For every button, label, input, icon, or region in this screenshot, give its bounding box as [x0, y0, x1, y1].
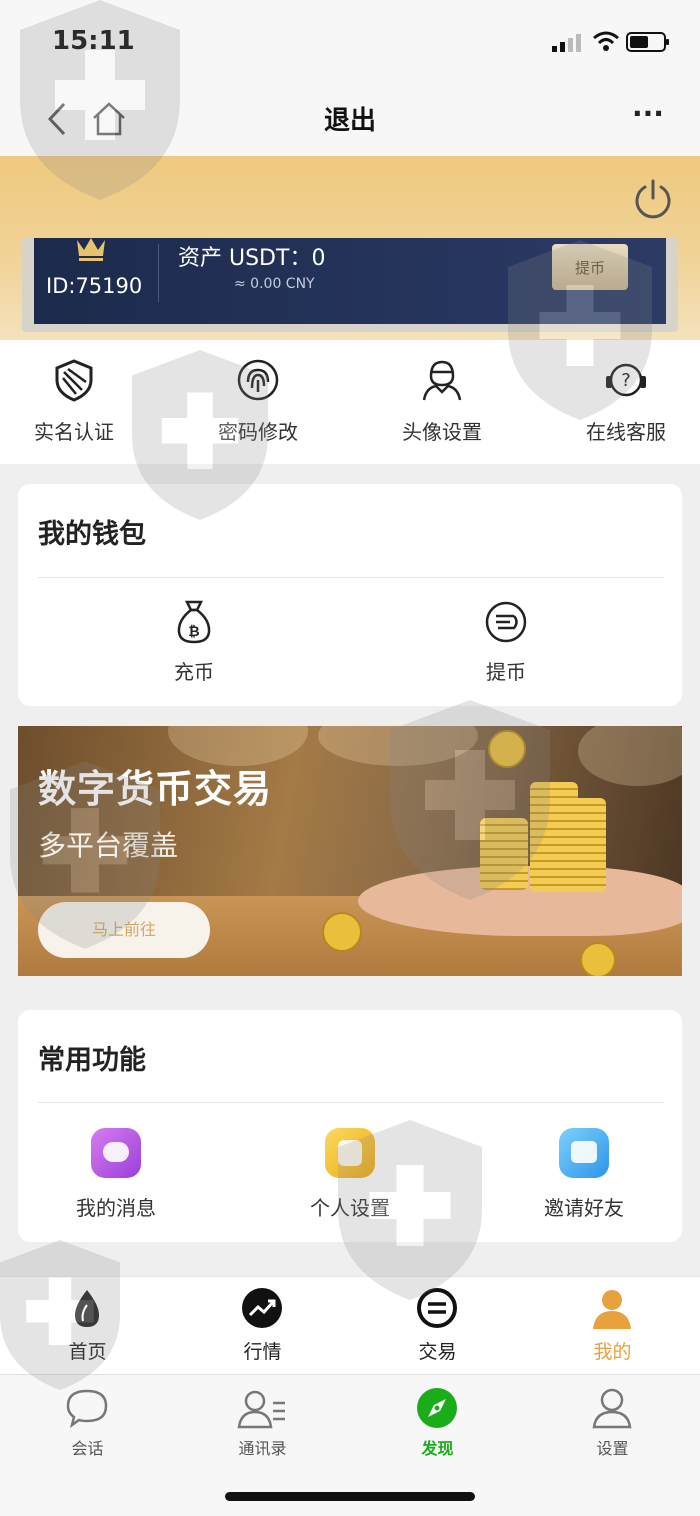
deposit-button[interactable]: ₿ 充币 — [134, 596, 254, 688]
tab-home[interactable]: 首页 — [0, 1277, 175, 1375]
headset-icon: ? — [606, 363, 646, 397]
app-tab-bar: 首页 行情 交易 我的 — [0, 1276, 700, 1375]
func-item-invite[interactable]: 邀请好友 — [504, 1124, 664, 1224]
tab-label: 通讯录 — [238, 1439, 287, 1458]
quick-label: 密码修改 — [218, 420, 298, 444]
avatar-icon — [422, 360, 462, 401]
svg-text:?: ? — [621, 370, 631, 391]
quick-label: 头像设置 — [402, 420, 482, 444]
invite-icon — [559, 1128, 609, 1178]
money-bag-icon: ₿ — [177, 600, 211, 644]
asset-cny: ≈ 0.00 CNY — [234, 276, 315, 292]
withdraw-wallet-button[interactable]: 提币 — [446, 596, 566, 688]
message-icon — [91, 1128, 141, 1178]
tab-market[interactable]: 行情 — [175, 1277, 350, 1375]
tab-label: 会话 — [71, 1439, 104, 1458]
tab-label: 设置 — [596, 1439, 629, 1458]
shield-icon — [55, 359, 93, 402]
quick-item-verify[interactable]: 实名认证 — [0, 340, 154, 464]
tab-contacts[interactable]: 通讯录 — [175, 1375, 350, 1465]
signal-icon — [552, 34, 581, 52]
quick-item-password[interactable]: 密码修改 — [178, 340, 338, 464]
deposit-label: 充币 — [174, 660, 214, 684]
go-now-button[interactable]: 马上前往 — [38, 902, 210, 958]
more-icon[interactable]: ··· — [632, 100, 666, 130]
tab-discover[interactable]: 发现 — [350, 1375, 525, 1465]
func-item-messages[interactable]: 我的消息 — [36, 1124, 196, 1224]
battery-icon — [626, 32, 669, 52]
quick-item-support[interactable]: ? 在线客服 — [546, 340, 700, 464]
divider — [38, 1102, 664, 1103]
functions-title: 常用功能 — [38, 1045, 146, 1076]
exchange-icon — [417, 1288, 457, 1328]
tab-settings[interactable]: 设置 — [525, 1375, 700, 1465]
tab-mine[interactable]: 我的 — [525, 1277, 700, 1375]
fingerprint-icon — [237, 359, 279, 401]
coin-out-icon — [485, 601, 527, 643]
func-label: 个人设置 — [310, 1196, 390, 1220]
profile-card-icon — [325, 1128, 375, 1178]
divider — [38, 577, 664, 578]
quick-label: 实名认证 — [34, 420, 114, 444]
func-label: 邀请好友 — [544, 1196, 624, 1220]
func-item-settings[interactable]: 个人设置 — [270, 1124, 430, 1224]
compass-icon — [417, 1388, 457, 1428]
crown-icon — [77, 238, 105, 261]
status-time: 15:11 — [52, 26, 135, 56]
func-label: 我的消息 — [76, 1196, 156, 1220]
banner-title: 数字货币交易 — [38, 767, 273, 811]
power-icon[interactable] — [632, 178, 674, 220]
trend-icon — [242, 1288, 282, 1328]
wifi-icon — [593, 31, 619, 51]
tab-label: 行情 — [243, 1341, 282, 1363]
asset-balance: 资产 USDT：0 — [178, 246, 326, 271]
user-icon — [593, 1290, 631, 1329]
user-id: ID:75190 — [46, 274, 143, 298]
chat-bubble-icon — [66, 1389, 108, 1428]
tab-trade[interactable]: 交易 — [350, 1277, 525, 1375]
quick-actions: 实名认证 密码修改 头像设置 ? 在线客服 — [0, 340, 700, 464]
tab-chats[interactable]: 会话 — [0, 1375, 175, 1465]
tab-label: 发现 — [421, 1439, 454, 1458]
quick-item-avatar[interactable]: 头像设置 — [362, 340, 522, 464]
tab-label: 我的 — [593, 1341, 632, 1363]
tab-label: 首页 — [68, 1341, 107, 1363]
card-divider — [158, 244, 159, 302]
home-indicator[interactable] — [225, 1492, 475, 1501]
tab-label: 交易 — [418, 1341, 457, 1363]
page-title[interactable]: 退出 — [0, 100, 700, 137]
person-icon — [592, 1388, 632, 1429]
home-drop-icon — [75, 1290, 99, 1327]
withdraw-button[interactable]: 提币 — [552, 244, 628, 290]
banner-subtitle: 多平台覆盖 — [38, 829, 179, 862]
quick-label: 在线客服 — [586, 420, 666, 444]
withdraw-label: 提币 — [486, 660, 526, 684]
contacts-icon — [237, 1390, 285, 1429]
wallet-title: 我的钱包 — [38, 519, 146, 550]
svg-text:₿: ₿ — [188, 624, 199, 640]
